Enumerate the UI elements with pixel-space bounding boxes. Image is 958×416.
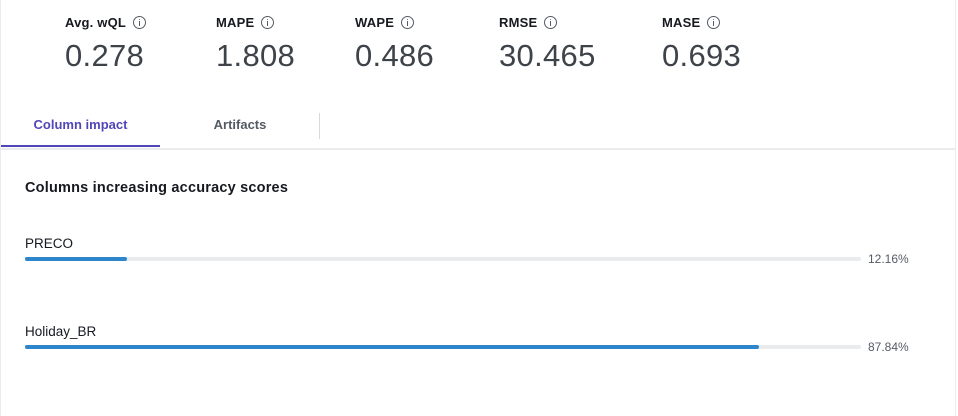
metric-label: Avg. wQL bbox=[65, 14, 127, 30]
info-icon[interactable] bbox=[401, 15, 415, 29]
column-impact-row: PRECO 12.16% bbox=[25, 235, 925, 266]
impact-bar-fill bbox=[25, 257, 127, 261]
metric-value: 0.486 bbox=[355, 38, 435, 73]
metric-value: 0.278 bbox=[65, 38, 145, 73]
metric-rmse: RMSE 30.465 bbox=[499, 12, 596, 74]
metric-wape: WAPE 0.486 bbox=[355, 12, 434, 74]
info-icon[interactable] bbox=[544, 15, 558, 29]
column-name: PRECO bbox=[25, 236, 74, 251]
metric-value: 30.465 bbox=[499, 38, 596, 73]
impact-bar-fill bbox=[25, 345, 760, 349]
metric-value: 0.693 bbox=[662, 38, 742, 73]
metric-avg-wql: Avg. wQL 0.278 bbox=[65, 12, 147, 74]
tab-column-impact[interactable]: Column impact bbox=[1, 104, 160, 147]
tab-divider bbox=[319, 113, 320, 139]
tab-bar-underline bbox=[0, 148, 955, 150]
column-impact-row: Holiday_BR 87.84% bbox=[25, 323, 925, 354]
metric-value: 1.808 bbox=[216, 38, 296, 73]
column-name: Holiday_BR bbox=[25, 324, 97, 339]
panel-right-border bbox=[955, 0, 956, 416]
impact-bar-track bbox=[25, 257, 861, 261]
impact-percent: 87.84% bbox=[868, 340, 909, 354]
section-title: Columns increasing accuracy scores bbox=[25, 180, 289, 196]
metric-mape: MAPE 1.808 bbox=[216, 12, 295, 74]
info-icon[interactable] bbox=[133, 15, 147, 29]
metric-label: RMSE bbox=[499, 14, 538, 30]
impact-bar-track bbox=[25, 345, 861, 349]
metric-label: MAPE bbox=[216, 14, 255, 30]
impact-percent: 12.16% bbox=[868, 252, 909, 266]
tab-bar: Column impact Artifacts bbox=[0, 104, 958, 150]
info-icon[interactable] bbox=[261, 15, 275, 29]
metric-mase: MASE 0.693 bbox=[662, 12, 741, 74]
metric-label: MASE bbox=[662, 14, 701, 30]
metric-label: WAPE bbox=[355, 14, 395, 30]
info-icon[interactable] bbox=[707, 15, 721, 29]
tab-artifacts[interactable]: Artifacts bbox=[160, 104, 320, 147]
panel-left-border bbox=[0, 0, 1, 416]
